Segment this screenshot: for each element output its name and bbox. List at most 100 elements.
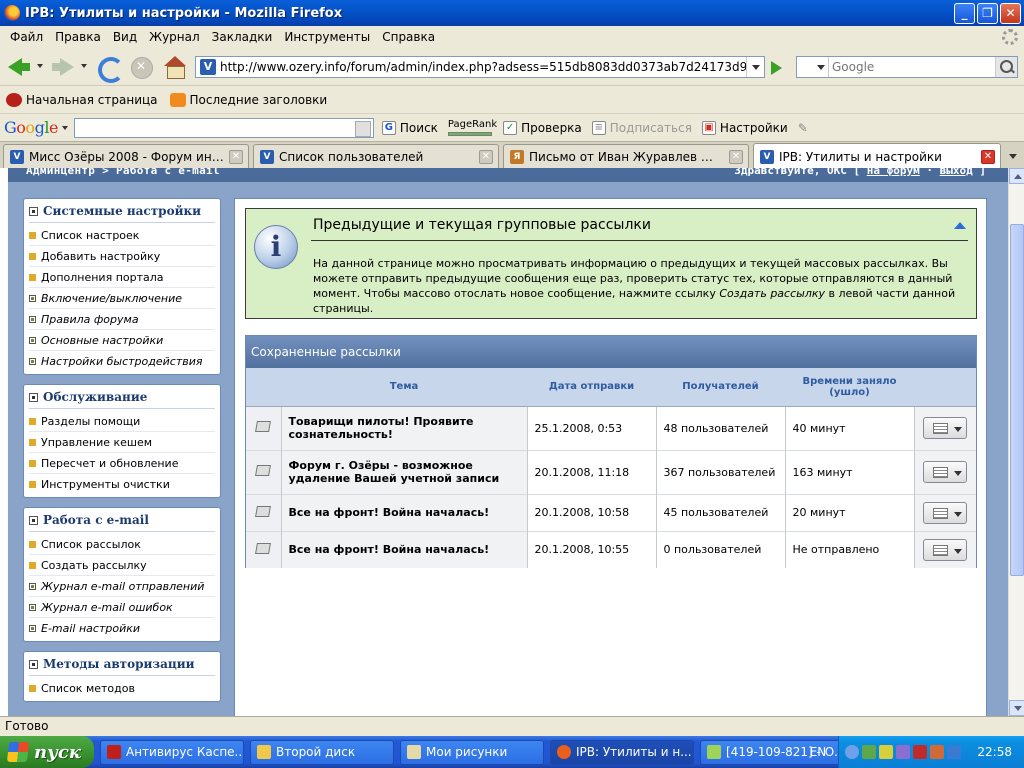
sidebar-item-cleanup[interactable]: Инструменты очистки [29,474,215,495]
back-history-dropdown[interactable] [37,64,43,68]
google-settings-button[interactable]: ▣ Настройки [701,120,788,135]
minimize-button[interactable]: _ [954,2,975,24]
maximize-button[interactable]: ❐ [977,2,998,24]
bookmark-home-label: Начальная страница [26,93,158,107]
tab-close-icon[interactable]: ✕ [981,149,995,164]
start-button[interactable]: пуск [0,736,94,768]
tab-ipb-utilities[interactable]: V IPB: Утилиты и настройки ✕ [753,143,1001,169]
menu-bookmarks[interactable]: Закладки [206,30,279,44]
google-menu-caret[interactable] [61,125,68,130]
tray-expand-icon[interactable] [845,745,859,759]
sidebar-item-forum-rules[interactable]: Правила форума [29,309,215,330]
bullet-icon [29,417,36,425]
collapse-arrow-icon[interactable] [954,222,966,229]
tab-close-icon[interactable]: ✕ [729,149,743,164]
tray-network-icon[interactable] [862,745,876,759]
sidebar-item-main-settings[interactable]: Основные настройки [29,330,215,351]
row-actions-button[interactable] [923,461,968,483]
page-scrollbar[interactable] [1008,168,1024,716]
bookmark-home[interactable]: Начальная страница [6,93,158,107]
tray-app-icon[interactable] [930,745,944,759]
tray-app-icon[interactable] [896,745,910,759]
language-indicator[interactable]: EN [803,745,833,759]
row-date: 25.1.2008, 0:53 [527,405,657,450]
sidebar-section-title[interactable]: Системные настройки [29,203,215,223]
tab-miss-ozery[interactable]: V Мисс Озёры 2008 - Форум информац... ✕ [3,144,249,168]
tab-close-icon[interactable]: ✕ [479,149,493,164]
sidebar-item-add-setting[interactable]: Добавить настройку [29,246,215,267]
logout-link[interactable]: выход [940,168,973,177]
sidebar-item-create-mailing[interactable]: Создать рассылку [29,555,215,576]
url-history-dropdown[interactable] [746,57,764,77]
menu-edit[interactable]: Правка [49,30,107,44]
menu-history[interactable]: Журнал [143,30,206,44]
mail-icon [255,505,272,517]
row-date: 20.1.2008, 10:55 [527,530,657,568]
google-search-input[interactable] [73,117,374,138]
spellcheck-button[interactable]: ✓ Проверка [503,120,582,135]
taskbar-item-my-pictures[interactable]: Мои рисунки [400,739,544,765]
pagerank-label: PageRank [447,118,498,130]
menu-tools[interactable]: Инструменты [278,30,376,44]
highlighter-icon[interactable]: ✎ [798,121,808,135]
scrollbar-thumb[interactable] [1010,224,1024,576]
taskbar-item-kaspersky[interactable]: Антивирус Каспе... [100,739,244,765]
reload-icon[interactable] [95,54,124,83]
google-search-button[interactable]: G Поиск [381,120,438,135]
bullet-icon [29,438,36,446]
row-actions-button[interactable] [923,538,968,561]
close-window-button[interactable]: ✕ [1000,2,1021,24]
sidebar-item-email-log[interactable]: Журнал e-mail отправлений [29,576,215,597]
row-subject: Товарищи пилоты! Проявите сознательность… [281,405,528,450]
sidebar-item-email-settings[interactable]: E-mail настройки [29,618,215,639]
pagerank-indicator[interactable]: PageRank [447,118,498,136]
sidebar-section-title[interactable]: Обслуживание [29,389,215,409]
scroll-up-arrow-icon[interactable] [1009,168,1024,184]
sidebar-item-portal-addons[interactable]: Дополнения портала [29,267,215,288]
sidebar-item-performance[interactable]: Настройки быстродействия [29,351,215,372]
forward-history-dropdown[interactable] [81,64,87,68]
tab-close-icon[interactable]: ✕ [229,149,243,164]
sidebar-item-toggle[interactable]: Включение/выключение [29,288,215,309]
taskbar-item-firefox[interactable]: IPB: Утилиты и н... [550,739,694,765]
sidebar-item-settings-list[interactable]: Список настроек [29,225,215,246]
home-icon[interactable] [162,54,188,80]
menu-view[interactable]: Вид [107,30,143,44]
tray-volume-icon[interactable] [947,745,961,759]
go-arrow-icon[interactable] [766,58,786,78]
stop-icon[interactable] [128,54,154,80]
sidebar-item-methods-list[interactable]: Список методов [29,678,215,699]
to-forum-link[interactable]: на форум [867,168,920,177]
sidebar-section-title[interactable]: Работа с e-mail [29,512,215,532]
info-icon: i [254,225,298,269]
all-tabs-dropdown[interactable] [1004,146,1022,166]
scroll-down-arrow-icon[interactable] [1009,700,1024,716]
tab-user-list[interactable]: V Список пользователей ✕ [253,144,499,168]
google-logo[interactable]: Google [4,118,58,137]
tray-kaspersky-icon[interactable] [913,745,927,759]
sidebar-item-mailing-list[interactable]: Список рассылок [29,534,215,555]
url-text[interactable]: http://www.ozery.info/forum/admin/index.… [220,60,746,74]
mail-icon [255,465,272,476]
tab-yandex-mail[interactable]: Я Письмо от Иван Журавлев — Яндек... ✕ [503,144,749,168]
search-engine-selector[interactable] [797,57,829,77]
sidebar-section-title[interactable]: Методы авторизации [29,656,215,676]
row-actions-button[interactable] [923,501,968,524]
sidebar-item-help-sections[interactable]: Разделы помощи [29,411,215,432]
search-input[interactable] [829,58,995,76]
sidebar-item-email-errors[interactable]: Журнал e-mail ошибок [29,597,215,618]
sidebar-item-cache[interactable]: Управление кешем [29,432,215,453]
saved-mailings-title: Сохраненные рассылки [246,336,976,368]
row-actions-button[interactable] [923,417,968,439]
subscribe-button[interactable]: ≡ Подписаться [591,120,692,135]
back-arrow-icon[interactable] [6,54,32,80]
menu-file[interactable]: Файл [4,30,49,44]
menu-help[interactable]: Справка [376,30,441,44]
tray-app-icon[interactable] [879,745,893,759]
magnifier-icon[interactable] [995,57,1017,77]
bookmark-headlines[interactable]: Последние заголовки [169,93,327,107]
url-bar[interactable]: V http://www.ozery.info/forum/admin/inde… [195,56,765,78]
sidebar-item-recount[interactable]: Пересчет и обновление [29,453,215,474]
taskbar-item-second-disk[interactable]: Второй диск [250,739,394,765]
forward-arrow-icon[interactable] [50,54,76,80]
